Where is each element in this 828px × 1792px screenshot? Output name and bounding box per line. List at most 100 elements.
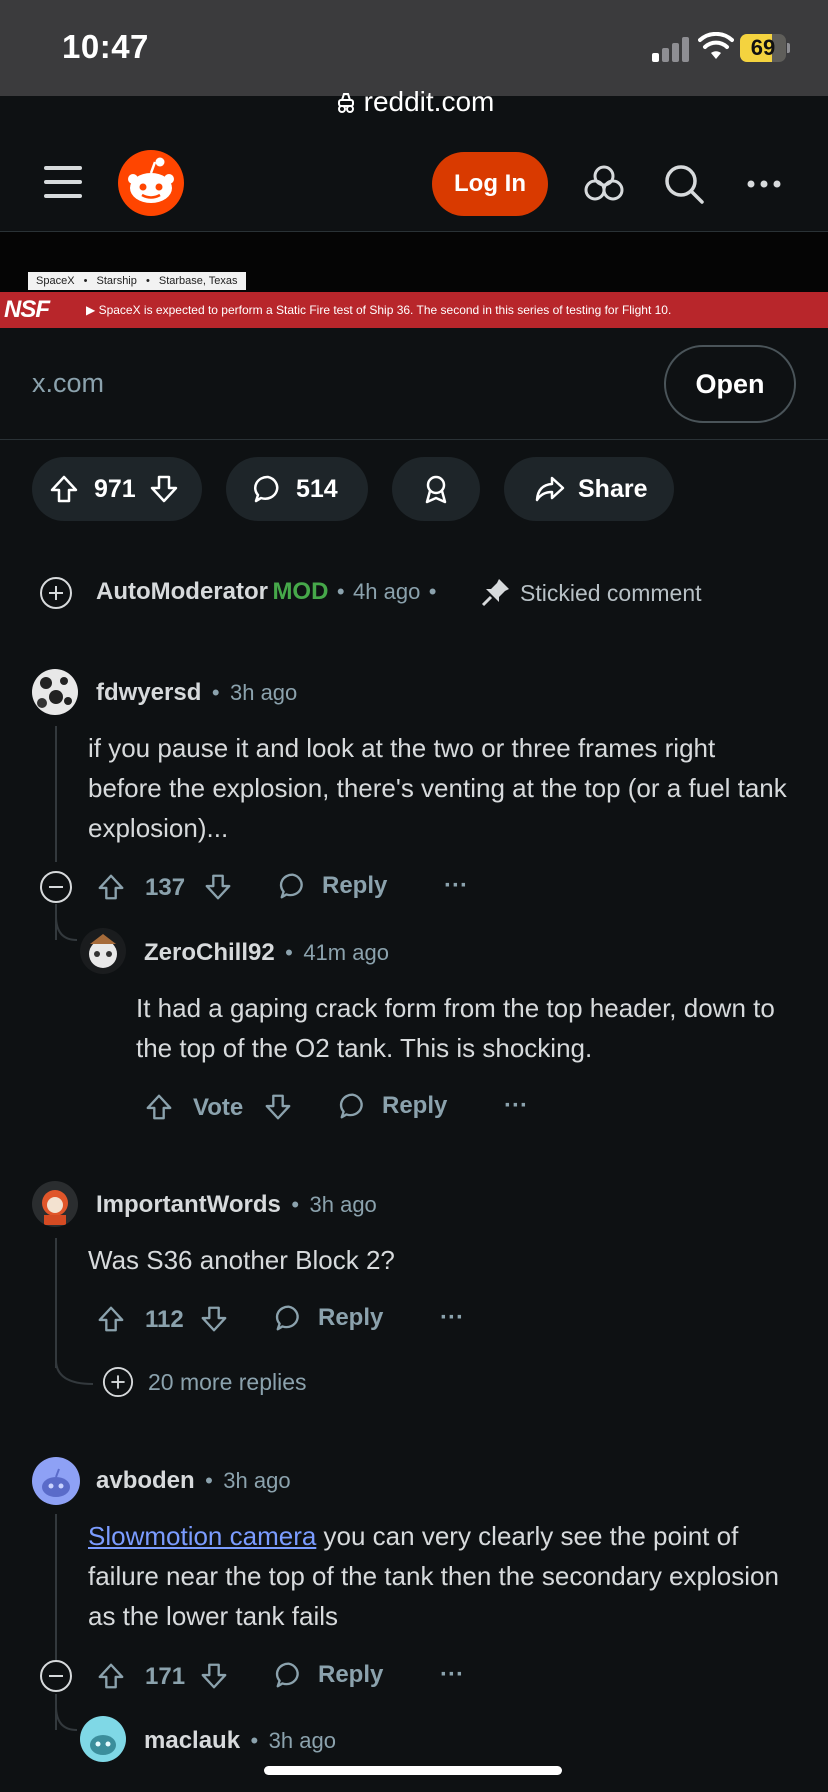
link-row: x.com Open	[0, 328, 828, 440]
comment-time: 3h ago	[309, 1192, 377, 1217]
reply-button[interactable]: Reply	[274, 1303, 383, 1333]
share-label: Share	[578, 474, 648, 503]
downvote-icon[interactable]	[148, 473, 180, 505]
downvote-icon[interactable]	[203, 871, 233, 903]
battery-level: 69	[750, 35, 776, 60]
comment-link[interactable]: Slowmotion camera	[88, 1521, 316, 1551]
reply-icon	[339, 1093, 363, 1119]
vote-pill: 971	[32, 457, 202, 521]
reply-button[interactable]: Reply	[274, 1660, 383, 1690]
upvote-icon[interactable]	[96, 1303, 126, 1335]
reply-icon	[279, 873, 303, 899]
vote-label: Vote	[193, 1094, 244, 1121]
share-icon	[535, 476, 565, 502]
share-button[interactable]: Share	[504, 457, 674, 521]
vote-count: 971	[94, 474, 136, 503]
comment-header: ImportantWords • 3h ago	[96, 1191, 377, 1218]
comment-header: avboden • 3h ago	[96, 1467, 291, 1494]
mod-badge: MOD	[272, 578, 329, 605]
comment-score: 112	[145, 1306, 184, 1333]
collapse-comment-icon[interactable]	[39, 870, 73, 904]
video-preview[interactable]: SpaceX • Starship • Starbase, Texas NSF …	[0, 232, 828, 328]
expand-replies-icon	[102, 1366, 134, 1398]
avatar[interactable]	[32, 1457, 80, 1505]
thread-curve	[55, 1706, 78, 1731]
communities-icon[interactable]	[582, 162, 626, 206]
downvote-icon[interactable]	[263, 1091, 293, 1123]
pin-icon	[481, 579, 509, 607]
search-icon[interactable]	[662, 162, 706, 206]
comment-author[interactable]: ImportantWords	[96, 1191, 281, 1218]
comment-author[interactable]: AutoModerator	[96, 578, 268, 605]
comment-time: 3h ago	[223, 1468, 291, 1493]
address-bar[interactable]: reddit.com	[0, 86, 828, 136]
avatar[interactable]	[80, 928, 126, 974]
comments-pill[interactable]: 514	[226, 457, 368, 521]
expand-comment-icon[interactable]	[39, 576, 73, 610]
video-tag-line: SpaceX • Starship • Starbase, Texas	[28, 272, 246, 290]
tracking-protection-icon	[337, 93, 354, 113]
upvote-icon[interactable]	[48, 473, 80, 505]
comment-header: ZeroChill92 • 41m ago	[144, 939, 389, 966]
open-link-button[interactable]: Open	[664, 345, 796, 423]
thread-curve	[55, 916, 78, 941]
more-replies-button[interactable]: 20 more replies	[102, 1366, 307, 1398]
status-time: 10:47	[62, 28, 149, 65]
link-domain[interactable]: x.com	[32, 368, 104, 399]
comment-time: 41m ago	[303, 940, 389, 965]
reddit-logo[interactable]	[118, 150, 184, 216]
comment-author[interactable]: ZeroChill92	[144, 939, 275, 966]
comment-author[interactable]: avboden	[96, 1467, 195, 1494]
downvote-icon[interactable]	[199, 1303, 229, 1335]
automod-row: AutoModerator MOD • 4h ago •	[96, 578, 437, 605]
comment-time: 3h ago	[268, 1728, 336, 1753]
login-button[interactable]: Log In	[432, 152, 548, 216]
upvote-icon[interactable]	[96, 871, 126, 903]
comment-body: Was S36 another Block 2?	[88, 1245, 395, 1275]
thread-line[interactable]	[55, 1238, 57, 1368]
video-news-banner: NSF ▶ SpaceX is expected to perform a St…	[0, 292, 828, 328]
more-options-icon[interactable]	[742, 162, 786, 206]
comment-more-icon[interactable]: ···	[444, 872, 468, 900]
avatar[interactable]	[80, 1716, 126, 1762]
comment-header: fdwyersd • 3h ago	[96, 679, 298, 706]
comment-author[interactable]: fdwyersd	[96, 679, 201, 706]
thread-line[interactable]	[55, 1514, 57, 1660]
comment-score: 137	[145, 874, 186, 901]
home-indicator[interactable]	[264, 1766, 562, 1775]
comment-score: 171	[145, 1663, 186, 1690]
comment-count: 514	[296, 474, 338, 503]
reply-button[interactable]: Reply	[278, 871, 387, 901]
award-button[interactable]	[392, 457, 480, 521]
wifi-icon	[698, 32, 734, 59]
top-nav: Log In	[0, 136, 828, 232]
comment-header: maclauk • 3h ago	[144, 1727, 336, 1754]
comment-body: if you pause it and look at the two or t…	[88, 733, 787, 843]
downvote-icon[interactable]	[199, 1660, 229, 1692]
comment-more-icon[interactable]: ···	[440, 1304, 464, 1332]
collapse-comment-icon[interactable]	[39, 1659, 73, 1693]
comment-time: 3h ago	[229, 680, 298, 705]
stickied-label: Stickied comment	[520, 580, 702, 606]
menu-icon[interactable]	[44, 166, 82, 200]
reply-button[interactable]: Reply	[338, 1091, 447, 1121]
comment-time: 4h ago	[353, 579, 421, 604]
avatar[interactable]	[32, 1181, 78, 1227]
comment-body: It had a gaping crack form from the top …	[136, 993, 775, 1063]
comment-icon	[253, 475, 279, 503]
comment-more-icon[interactable]: ···	[504, 1092, 528, 1120]
upvote-icon[interactable]	[96, 1660, 126, 1692]
comment-author[interactable]: maclauk	[144, 1727, 240, 1754]
nsf-logo: NSF	[4, 296, 50, 323]
cellular-signal-icon	[652, 36, 690, 62]
comment-body: Slowmotion camera you can very clearly s…	[88, 1521, 779, 1631]
battery-indicator: 69	[740, 34, 790, 62]
comment-more-icon[interactable]: ···	[440, 1661, 464, 1689]
upvote-icon[interactable]	[144, 1091, 174, 1123]
avatar[interactable]	[32, 669, 78, 715]
thread-line[interactable]	[55, 726, 57, 862]
url-text: reddit.com	[363, 86, 495, 117]
banner-text: ▶ SpaceX is expected to perform a Static…	[86, 303, 672, 317]
thread-curve	[55, 1360, 94, 1385]
reply-icon	[275, 1305, 299, 1331]
